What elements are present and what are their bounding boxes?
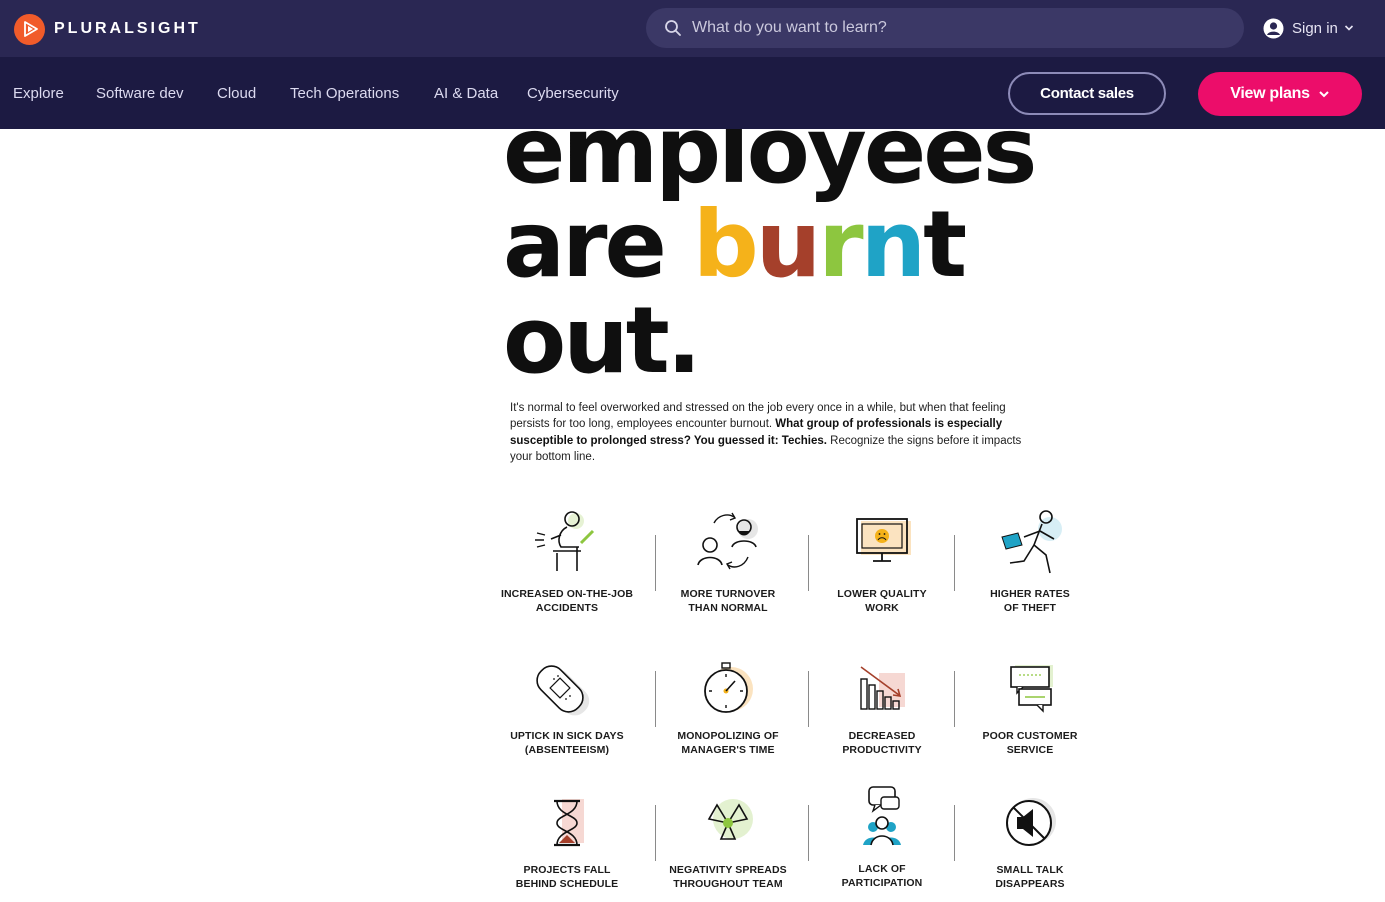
nav-item-cloud[interactable]: Cloud <box>217 85 256 102</box>
sign-caption: HIGHER RATES OF THEFT <box>990 588 1070 614</box>
nav-item-explore[interactable]: Explore <box>13 85 64 102</box>
turnover-people-icon <box>697 512 758 570</box>
nav-item-software-dev[interactable]: Software dev <box>96 85 184 102</box>
sign-card: LACK OF PARTICIPATION <box>797 785 967 890</box>
sign-caption: LOWER QUALITY WORK <box>837 588 927 614</box>
sign-caption: PROJECTS FALL BEHIND SCHEDULE <box>515 864 619 890</box>
category-nav: Explore Software dev Cloud Tech Operatio… <box>0 57 1385 129</box>
hourglass-icon <box>554 799 584 847</box>
search-input[interactable] <box>692 19 1212 37</box>
sign-card: UPTICK IN SICK DAYS (ABSENTEEISM) <box>482 659 652 757</box>
sign-caption: DECREASED PRODUCTIVITY <box>842 730 922 756</box>
burnt-letter-n: n <box>860 191 926 298</box>
burnt-letter-t: t <box>923 191 967 298</box>
sign-card: SMALL TALK DISAPPEARS <box>945 793 1115 891</box>
sign-caption: POOR CUSTOMER SERVICE <box>982 730 1078 756</box>
nav-item-cybersecurity[interactable]: Cybersecurity <box>527 85 619 102</box>
top-bar: PLURALSIGHT Sign in <box>0 0 1385 57</box>
radiation-icon <box>707 799 753 840</box>
stopwatch-icon <box>704 662 753 713</box>
sign-card: NEGATIVITY SPREADS THROUGHOUT TEAM <box>643 793 813 891</box>
contact-sales-button[interactable]: Contact sales <box>1008 72 1166 115</box>
sign-card: HIGHER RATES OF THEFT <box>945 507 1115 615</box>
sign-in-label: Sign in <box>1292 19 1338 37</box>
sign-card: MONOPOLIZING OF MANAGER'S TIME <box>643 659 813 757</box>
search-icon <box>665 20 681 36</box>
nav-item-tech-operations[interactable]: Tech Operations <box>290 85 399 102</box>
view-plans-label: View plans <box>1230 85 1310 102</box>
sitting-accident-icon <box>535 511 595 571</box>
sign-caption: MORE TURNOVER THAN NORMAL <box>680 588 776 614</box>
group-speech-icon <box>863 786 901 846</box>
sign-card: MORE TURNOVER THAN NORMAL <box>643 507 813 615</box>
burnt-letter-r: r <box>818 191 863 298</box>
sad-monitor-icon <box>856 518 911 562</box>
sign-in-menu[interactable]: Sign in <box>1263 16 1354 40</box>
sign-card: POOR CUSTOMER SERVICE <box>945 659 1115 757</box>
search-bar[interactable] <box>646 8 1244 48</box>
user-avatar-icon <box>1263 18 1284 38</box>
brand-logo[interactable]: PLURALSIGHT <box>14 13 201 45</box>
chevron-down-icon <box>1318 91 1329 98</box>
sign-caption: NEGATIVITY SPREADS THROUGHOUT TEAM <box>669 864 787 890</box>
sign-caption: UPTICK IN SICK DAYS (ABSENTEEISM) <box>510 730 624 756</box>
burnt-letter-b: b <box>692 191 759 298</box>
running-thief-icon <box>1001 510 1062 574</box>
chevron-down-icon <box>1344 25 1353 31</box>
sign-caption: LACK OF PARTICIPATION <box>841 863 923 889</box>
sign-caption: MONOPOLIZING OF MANAGER'S TIME <box>677 730 779 756</box>
muted-speaker-icon <box>1006 798 1056 846</box>
headline-are: are <box>503 191 693 298</box>
view-plans-button[interactable]: View plans <box>1198 72 1362 116</box>
sign-card: PROJECTS FALL BEHIND SCHEDULE <box>482 793 652 891</box>
sign-card: LOWER QUALITY WORK <box>797 507 967 615</box>
sign-card: DECREASED PRODUCTIVITY <box>797 659 967 757</box>
headline-line-2: are burnt <box>503 199 967 291</box>
headline-line-1: employees <box>503 129 1037 204</box>
bandage-icon <box>536 665 590 716</box>
infographic-content: employees are burnt out. It's normal to … <box>0 129 1385 902</box>
sign-caption: SMALL TALK DISAPPEARS <box>995 864 1065 890</box>
headline-line-3: out. <box>503 287 702 394</box>
sign-caption: INCREASED ON-THE-JOB ACCIDENTS <box>500 588 634 614</box>
pluralsight-play-icon <box>14 13 45 45</box>
contact-sales-label: Contact sales <box>1040 85 1134 102</box>
intro-paragraph: It's normal to feel overworked and stres… <box>510 400 1030 466</box>
sign-card: INCREASED ON-THE-JOB ACCIDENTS <box>482 507 652 615</box>
burnt-letter-u: u <box>755 191 821 298</box>
declining-chart-icon <box>860 666 905 710</box>
nav-item-ai-data[interactable]: AI & Data <box>434 85 498 102</box>
brand-name: PLURALSIGHT <box>54 20 201 37</box>
chat-bubbles-icon <box>1010 665 1053 713</box>
